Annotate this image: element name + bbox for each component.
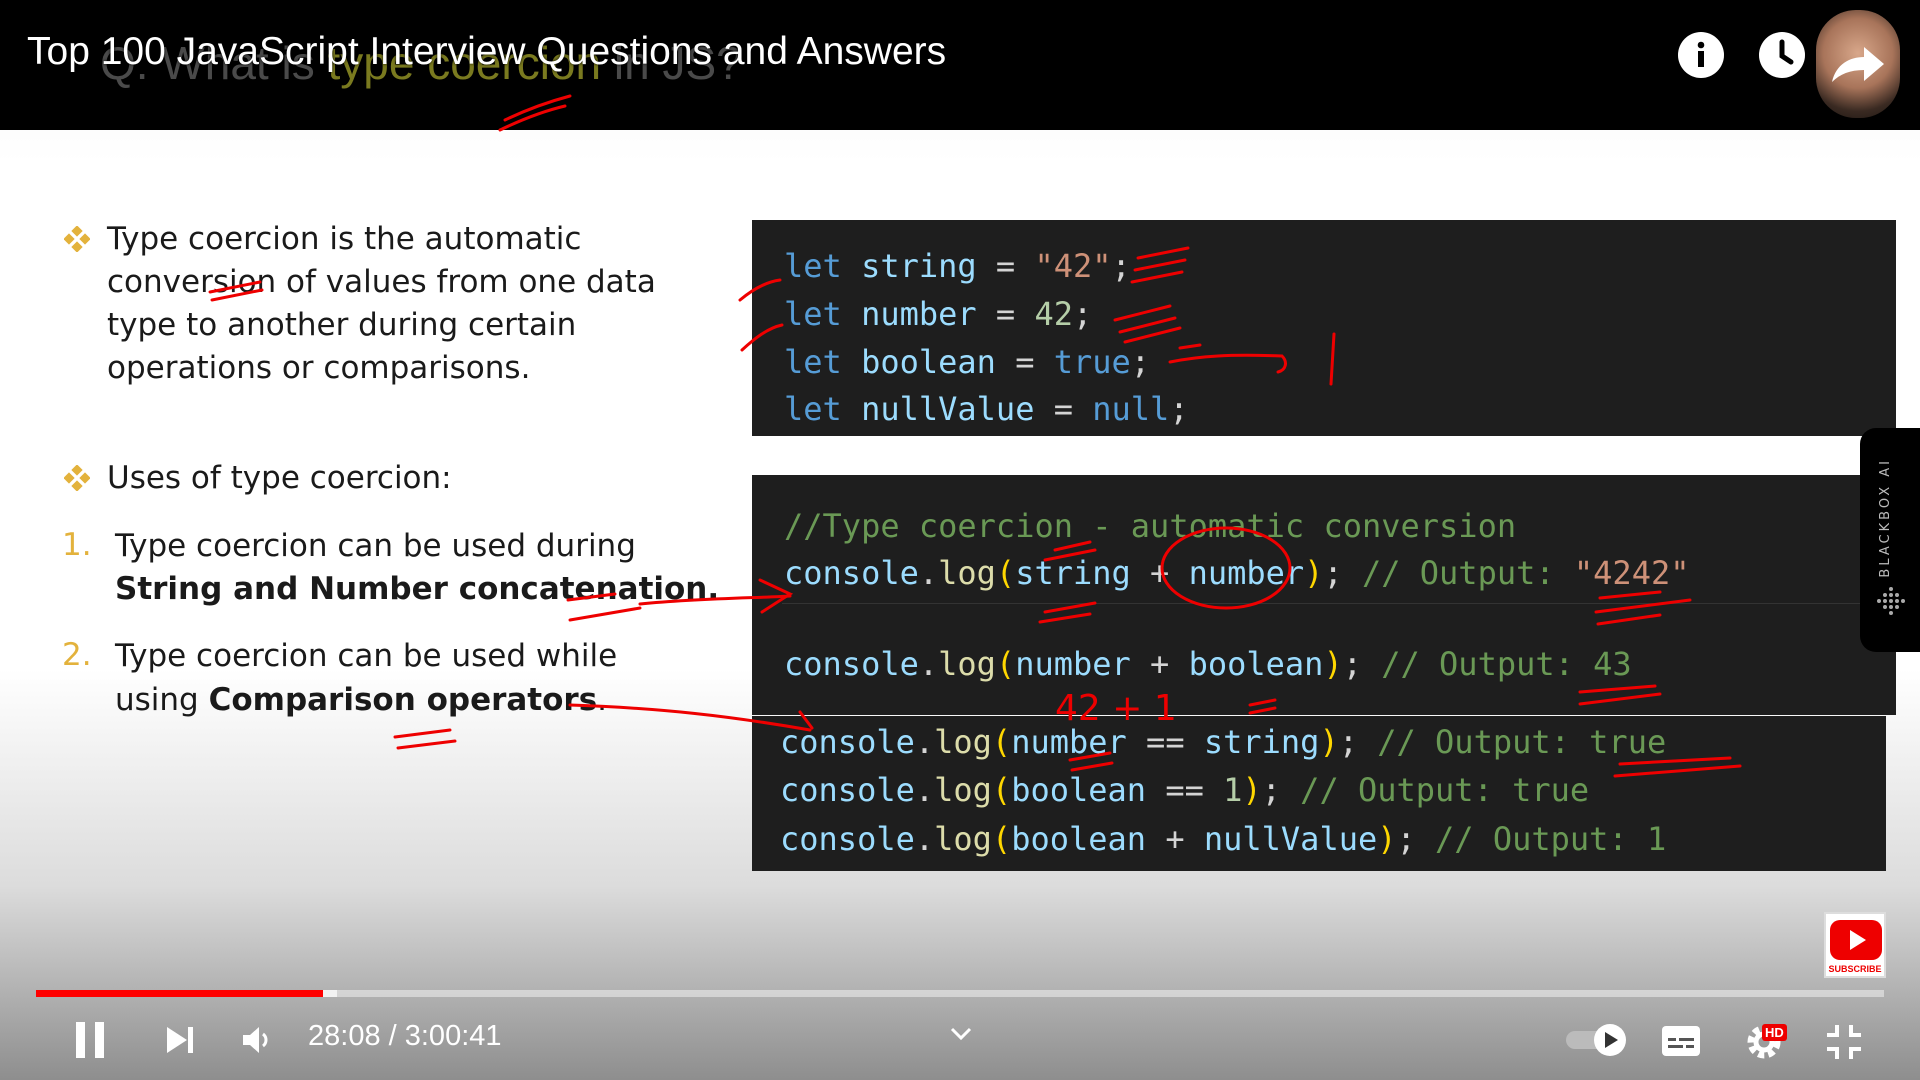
code-panel-concatenation: //Type coercion - automatic conversion c…	[752, 475, 1896, 715]
bullet1-line1: Type coercion is the automatic	[107, 221, 582, 257]
bullet2: Uses of type coercion:	[107, 460, 452, 496]
code-line-compare-3: console.log(boolean + nullValue); // Out…	[780, 820, 1667, 858]
bullet-diamond-icon	[64, 226, 90, 252]
code-line-compare-2: console.log(boolean == 1); // Output: tr…	[780, 771, 1590, 809]
exit-fullscreen-icon[interactable]	[1824, 1022, 1864, 1062]
code-line-concat: console.log(string + number); // Output:…	[784, 554, 1690, 592]
share-icon[interactable]	[1828, 44, 1888, 86]
blackbox-logo-icon	[1877, 587, 1905, 615]
item2-line2: using Comparison operators.	[115, 682, 608, 718]
watch-later-icon[interactable]	[1759, 32, 1805, 78]
channel-avatar[interactable]	[1816, 10, 1900, 118]
hd-badge: HD	[1762, 1024, 1787, 1041]
chevron-down-icon[interactable]	[946, 1022, 976, 1046]
divider	[782, 603, 1882, 604]
code-line-4: let nullValue = null;	[784, 390, 1189, 428]
pause-icon[interactable]	[70, 1020, 110, 1060]
progress-played	[36, 990, 324, 997]
code-line-2: let number = 42;	[784, 295, 1093, 333]
subscribe-button[interactable]: SUBSCRIBE	[1824, 912, 1886, 978]
next-icon[interactable]	[162, 1022, 198, 1058]
volume-icon[interactable]	[238, 1022, 274, 1058]
code-panel-declarations: let string = "42"; let number = 42; let …	[752, 220, 1896, 436]
autoplay-toggle-icon[interactable]	[1562, 1020, 1632, 1060]
bullet-diamond-icon	[64, 465, 90, 491]
video-top-bar: Q. What is type coercion in JS? Top 100 …	[0, 0, 1920, 130]
blackbox-label: BLACKBOX AI	[1878, 458, 1893, 578]
video-title[interactable]: Top 100 JavaScript Interview Questions a…	[27, 30, 946, 74]
item1-number: 1.	[62, 527, 92, 563]
captions-icon[interactable]	[1660, 1022, 1702, 1060]
code-line-add: console.log(number + boolean); // Output…	[784, 645, 1632, 683]
blackbox-ai-tab[interactable]: BLACKBOX AI	[1860, 428, 1920, 652]
item1-bold: String and Number concatenation.	[115, 571, 720, 607]
code-line-1: let string = "42";	[784, 247, 1131, 285]
bullet1-line2: conversion of values from one data	[107, 264, 656, 300]
code-panel-comparison: console.log(number == string); // Output…	[752, 716, 1886, 871]
info-icon[interactable]	[1678, 32, 1724, 78]
item1-line1: Type coercion can be used during	[115, 528, 636, 564]
progress-bar[interactable]	[36, 990, 1884, 997]
bullet1-line3: type to another during certain	[107, 307, 577, 343]
item2-number: 2.	[62, 637, 92, 673]
bullet1-line4: operations or comparisons.	[107, 350, 531, 386]
code-comment: //Type coercion - automatic conversion	[784, 507, 1517, 545]
item2-line1: Type coercion can be used while	[115, 638, 618, 674]
time-display: 28:08 / 3:00:41	[308, 1020, 502, 1052]
code-line-compare-1: console.log(number == string); // Output…	[780, 723, 1667, 761]
youtube-logo-icon	[1830, 920, 1882, 960]
code-line-3: let boolean = true;	[784, 343, 1151, 381]
